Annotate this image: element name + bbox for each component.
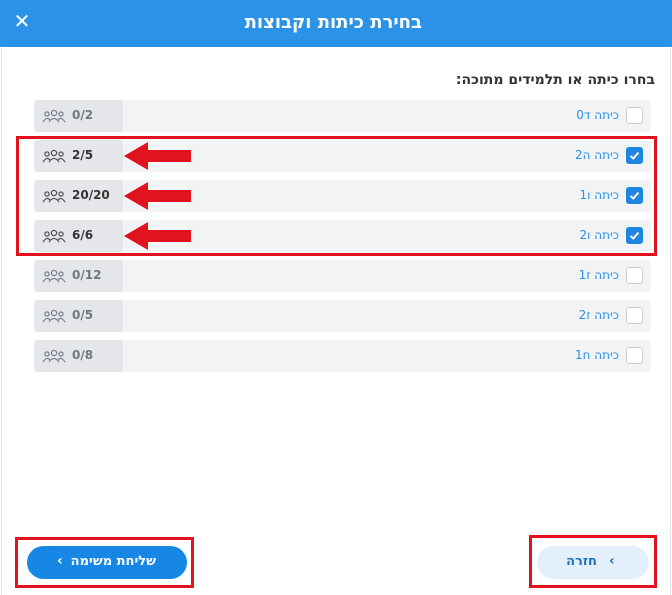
class-row[interactable]: 0/2 כיתה ד0 xyxy=(34,100,651,132)
count-box: 20/20 xyxy=(34,180,123,212)
back-button[interactable]: ‹ חזרה xyxy=(537,546,649,579)
checkmark-icon xyxy=(629,151,640,160)
class-checkbox[interactable] xyxy=(626,107,643,124)
send-task-button[interactable]: ‹ שליחת משימה xyxy=(27,546,187,579)
class-label[interactable]: כיתה ז2 xyxy=(579,308,619,322)
group-people-icon xyxy=(42,229,66,243)
count-box: 2/5 xyxy=(34,140,123,172)
student-count: 0/2 xyxy=(72,108,94,122)
checkmark-icon xyxy=(629,231,640,240)
student-count: 20/20 xyxy=(72,188,110,202)
class-label[interactable]: כיתה ו2 xyxy=(580,228,619,242)
student-count: 0/12 xyxy=(72,268,102,282)
class-row[interactable]: 2/5 כיתה ה2 xyxy=(34,140,651,172)
class-row[interactable]: 0/12 כיתה ז1 xyxy=(34,260,651,292)
class-checkbox[interactable] xyxy=(626,147,643,164)
class-checkbox[interactable] xyxy=(626,227,643,244)
select-prompt: בחרו כיתה או תלמידים מתוכה: xyxy=(455,72,655,88)
group-people-icon xyxy=(42,269,66,283)
group-people-icon xyxy=(42,309,66,323)
student-count: 6/6 xyxy=(72,228,94,242)
dialog-header: ✕ בחירת כיתות וקבוצות xyxy=(0,0,672,47)
send-task-label: שליחת משימה xyxy=(70,554,156,569)
class-label[interactable]: כיתה ד0 xyxy=(576,108,619,122)
student-count: 0/8 xyxy=(72,348,94,362)
chevron-left-icon: ‹ xyxy=(57,553,63,569)
class-label[interactable]: כיתה ה2 xyxy=(575,148,619,162)
class-label[interactable]: כיתה ח1 xyxy=(575,348,619,362)
back-label: חזרה xyxy=(566,554,597,569)
group-people-icon xyxy=(42,189,66,203)
count-box: 6/6 xyxy=(34,220,123,252)
class-checkbox[interactable] xyxy=(626,187,643,204)
class-label[interactable]: כיתה ו1 xyxy=(580,188,619,202)
group-people-icon xyxy=(42,149,66,163)
class-row[interactable]: 0/8 כיתה ח1 xyxy=(34,340,651,372)
class-row[interactable]: 0/5 כיתה ז2 xyxy=(34,300,651,332)
close-icon[interactable]: ✕ xyxy=(12,9,32,33)
class-checkbox[interactable] xyxy=(626,347,643,364)
class-row[interactable]: 6/6 כיתה ו2 xyxy=(34,220,651,252)
chevron-left-icon: ‹ xyxy=(609,553,615,569)
class-checkbox[interactable] xyxy=(626,267,643,284)
count-box: 0/2 xyxy=(34,100,123,132)
count-box: 0/12 xyxy=(34,260,123,292)
class-row[interactable]: 20/20 כיתה ו1 xyxy=(34,180,651,212)
student-count: 2/5 xyxy=(72,148,94,162)
checkmark-icon xyxy=(629,191,640,200)
count-box: 0/8 xyxy=(34,340,123,372)
group-people-icon xyxy=(42,349,66,363)
student-count: 0/5 xyxy=(72,308,94,322)
count-box: 0/5 xyxy=(34,300,123,332)
class-checkbox[interactable] xyxy=(626,307,643,324)
class-label[interactable]: כיתה ז1 xyxy=(579,268,619,282)
group-people-icon xyxy=(42,109,66,123)
dialog-title: בחירת כיתות וקבוצות xyxy=(244,12,422,33)
